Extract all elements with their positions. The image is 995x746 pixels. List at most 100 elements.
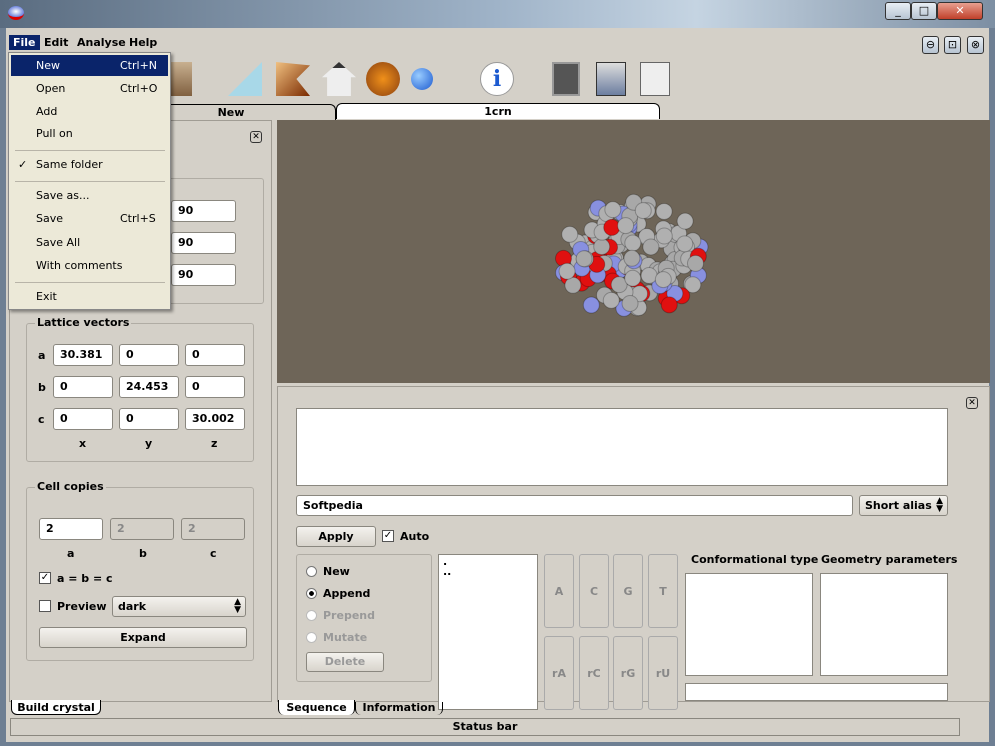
close-sequence-panel-icon[interactable]: ✕ bbox=[966, 397, 978, 409]
menu-item-new[interactable]: New Ctrl+N bbox=[11, 55, 168, 76]
lattice-b-x[interactable]: 0 bbox=[53, 376, 113, 398]
row-label-b: b bbox=[38, 381, 46, 394]
radio-append[interactable] bbox=[306, 588, 317, 599]
close-panel-icon[interactable]: ✕ bbox=[250, 131, 262, 143]
geometry-parameters-label: Geometry parameters bbox=[821, 553, 958, 566]
tab-build-crystal[interactable]: Build crystal bbox=[11, 700, 101, 715]
axis-x: x bbox=[79, 437, 87, 450]
conformational-type-label: Conformational type bbox=[691, 553, 819, 566]
menu-item-label: New bbox=[36, 59, 60, 72]
atom bbox=[655, 227, 673, 245]
menu-analyse[interactable]: Analyse bbox=[73, 35, 130, 50]
inner-minimize-button[interactable]: ⊖ bbox=[922, 36, 939, 54]
menu-separator bbox=[15, 150, 165, 151]
gamma-input[interactable]: 90 bbox=[171, 264, 236, 286]
row-label-c: c bbox=[38, 413, 45, 426]
list-item[interactable]: . bbox=[443, 556, 533, 567]
tab-sequence[interactable]: Sequence bbox=[278, 700, 355, 715]
menu-item-label: Save All bbox=[36, 236, 81, 249]
cell-copies-title: Cell copies bbox=[35, 480, 106, 493]
menu-item-label: Exit bbox=[36, 290, 57, 303]
copies-a-input[interactable]: 2 bbox=[39, 518, 103, 540]
maximize-button[interactable]: □ bbox=[911, 2, 937, 20]
alias-select[interactable]: Short alias ▲ ▼ bbox=[859, 495, 948, 516]
lattice-c-z[interactable]: 30.002 bbox=[185, 408, 245, 430]
menu-separator bbox=[15, 181, 165, 182]
atom bbox=[623, 249, 641, 267]
preview-style-select[interactable]: dark ▲ ▼ bbox=[112, 596, 246, 617]
lattice-c-x[interactable]: 0 bbox=[53, 408, 113, 430]
menu-edit[interactable]: Edit bbox=[40, 35, 72, 50]
atom bbox=[575, 250, 593, 268]
menu-item-add[interactable]: Add bbox=[11, 101, 168, 122]
lattice-a-x[interactable]: 30.381 bbox=[53, 344, 113, 366]
atom bbox=[558, 262, 576, 280]
menu-item-with-comments[interactable]: With comments bbox=[11, 255, 168, 276]
parameter-input[interactable] bbox=[685, 683, 948, 701]
beta-input[interactable]: 90 bbox=[171, 232, 236, 254]
atom bbox=[640, 266, 658, 284]
auto-checkbox[interactable]: ✓ bbox=[382, 530, 394, 542]
preview-checkbox[interactable] bbox=[39, 600, 51, 612]
info-icon[interactable]: i bbox=[480, 62, 514, 96]
geometry-parameters-list[interactable] bbox=[820, 573, 948, 676]
nucleotide-ru-button: rU bbox=[648, 636, 678, 710]
menu-item-label: Save as... bbox=[36, 189, 90, 202]
radio-new[interactable] bbox=[306, 566, 317, 577]
menu-item-same-folder[interactable]: ✓ Same folder bbox=[11, 154, 168, 175]
atom bbox=[654, 271, 672, 289]
scroll-arrows-icon[interactable] bbox=[640, 62, 670, 96]
inner-close-button[interactable]: ⊗ bbox=[967, 36, 984, 54]
sequence-textarea[interactable] bbox=[296, 408, 948, 486]
menu-file[interactable]: File bbox=[9, 35, 40, 50]
sequence-name-input[interactable]: Softpedia bbox=[296, 495, 853, 516]
expand-button[interactable]: Expand bbox=[39, 627, 247, 648]
equal-checkbox[interactable]: ✓ bbox=[39, 572, 51, 584]
menu-item-label: Save bbox=[36, 212, 64, 225]
panel-icon[interactable] bbox=[552, 62, 580, 96]
arrow-icon[interactable] bbox=[276, 62, 310, 96]
atoms-icon[interactable] bbox=[411, 68, 433, 90]
menu-item-save-all[interactable]: Save All bbox=[11, 232, 168, 253]
alpha-input[interactable]: 90 bbox=[171, 200, 236, 222]
updown-icon: ▲ ▼ bbox=[234, 597, 241, 615]
lattice-b-y[interactable]: 24.453 bbox=[119, 376, 179, 398]
lattice-b-z[interactable]: 0 bbox=[185, 376, 245, 398]
home-icon[interactable] bbox=[322, 62, 356, 96]
molecule-cluster-icon[interactable] bbox=[366, 62, 400, 96]
copies-a-label: a bbox=[67, 547, 75, 560]
molecule-viewport[interactable] bbox=[277, 120, 990, 383]
atom bbox=[604, 201, 622, 219]
conformational-type-list[interactable] bbox=[685, 573, 813, 676]
sequence-list[interactable]: . .. bbox=[438, 554, 538, 710]
menu-item-exit[interactable]: Exit bbox=[11, 286, 168, 307]
nucleotide-g-button: G bbox=[613, 554, 643, 628]
tab-1crn[interactable]: 1crn bbox=[336, 103, 660, 119]
tab-information[interactable]: Information bbox=[355, 702, 443, 715]
radio-mutate bbox=[306, 632, 317, 643]
menu-item-label: Open bbox=[36, 82, 66, 95]
status-bar: Status bar bbox=[10, 718, 960, 736]
menu-item-open[interactable]: Open Ctrl+O bbox=[11, 78, 168, 99]
copies-b-input: 2 bbox=[110, 518, 174, 540]
triangle-ruler-icon[interactable] bbox=[228, 62, 262, 96]
nucleotide-rc-button: rC bbox=[579, 636, 609, 710]
close-button[interactable]: ✕ bbox=[937, 2, 983, 20]
menu-item-save[interactable]: Save Ctrl+S bbox=[11, 208, 168, 229]
lattice-a-y[interactable]: 0 bbox=[119, 344, 179, 366]
menu-item-pull-on[interactable]: Pull on bbox=[11, 123, 168, 144]
apply-button[interactable]: Apply bbox=[296, 526, 376, 547]
atom bbox=[561, 225, 579, 243]
menu-help[interactable]: Help bbox=[125, 35, 161, 50]
windows-icon[interactable] bbox=[596, 62, 626, 96]
menu-item-shortcut: Ctrl+S bbox=[120, 212, 156, 225]
lattice-a-z[interactable]: 0 bbox=[185, 344, 245, 366]
nucleotide-t-button: T bbox=[648, 554, 678, 628]
minimize-button[interactable]: _ bbox=[885, 2, 911, 20]
lattice-c-y[interactable]: 0 bbox=[119, 408, 179, 430]
menu-item-save-as[interactable]: Save as... bbox=[11, 185, 168, 206]
list-item[interactable]: .. bbox=[443, 566, 533, 577]
atom bbox=[624, 269, 642, 287]
menu-item-label: Add bbox=[36, 105, 58, 118]
inner-restore-button[interactable]: ⊡ bbox=[944, 36, 961, 54]
